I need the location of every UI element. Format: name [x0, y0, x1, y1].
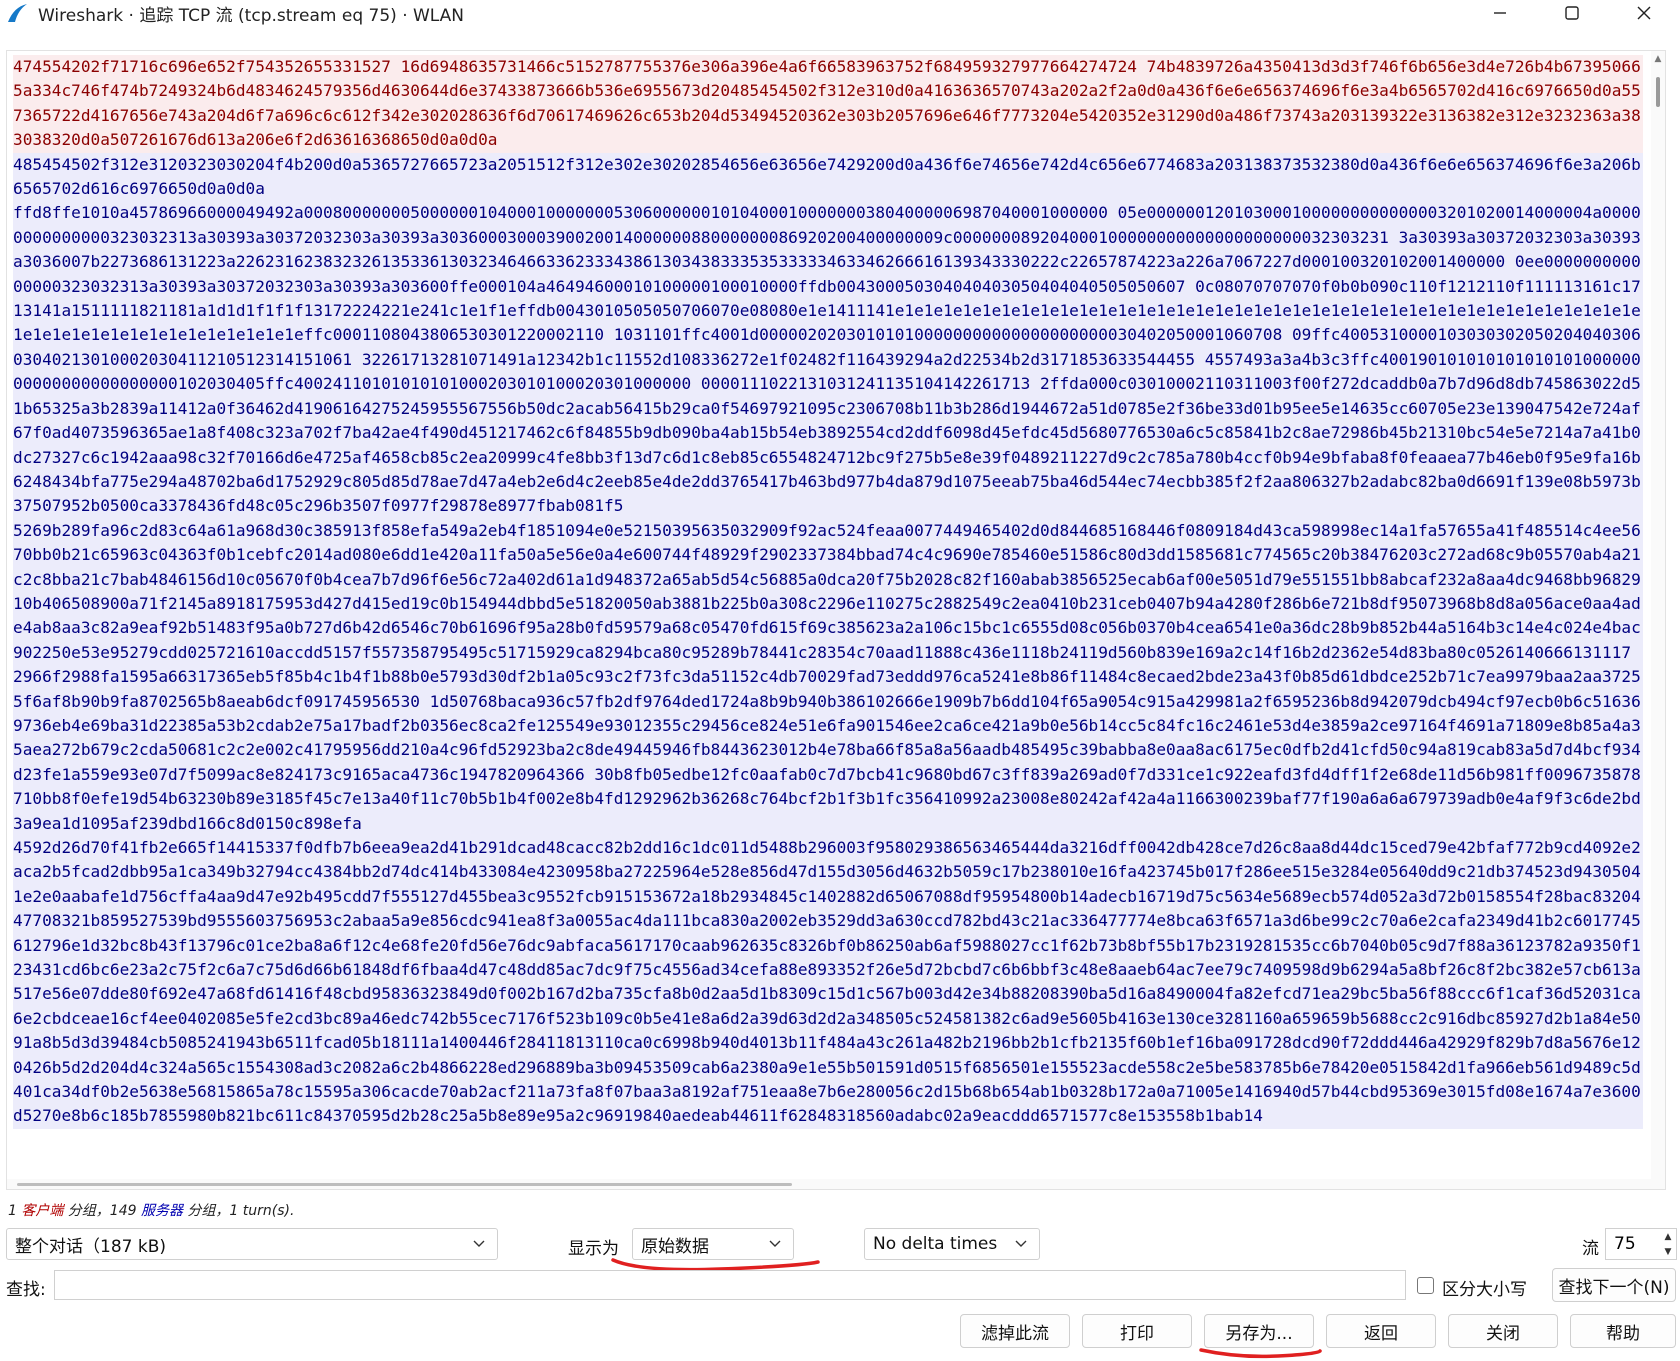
window-controls [1464, 0, 1680, 26]
stream-number-value: 75 [1614, 1234, 1636, 1254]
server-data-block: ffd8ffe1010a45786966000049492a0008000000… [13, 201, 1643, 519]
close-icon [1637, 6, 1651, 20]
print-button[interactable]: 打印 [1082, 1314, 1192, 1348]
vertical-scrollbar[interactable]: ▲ [1651, 51, 1665, 1189]
server-data-block: 5269b289fa96c2d83c64a61a968d30c385913f85… [13, 518, 1643, 836]
minimize-button[interactable] [1464, 0, 1536, 26]
conversation-select-value: 整个对话（187 kB) [15, 1236, 166, 1257]
back-button[interactable]: 返回 [1326, 1314, 1436, 1348]
summary-client-word: 客户端 [21, 1203, 64, 1219]
summary-mid: 分组，149 [63, 1203, 141, 1219]
delta-times-select[interactable]: No delta times [864, 1228, 1040, 1260]
spin-down-icon[interactable]: ▼ [1665, 1247, 1672, 1257]
summary-prefix: 1 [8, 1203, 22, 1219]
find-next-button[interactable]: 查找下一个(N) [1552, 1268, 1676, 1302]
maximize-icon [1565, 6, 1579, 20]
horizontal-scrollbar[interactable] [7, 1179, 1665, 1189]
stream-number-spinbox[interactable]: 75 ▲ ▼ [1605, 1228, 1677, 1260]
maximize-button[interactable] [1536, 0, 1608, 26]
chevron-down-icon [769, 1240, 781, 1247]
find-label: 查找: [6, 1280, 46, 1300]
stream-number-label: 流 [1582, 1239, 1599, 1259]
annotation-underline [1199, 1348, 1322, 1359]
close-dialog-button[interactable]: 关闭 [1448, 1314, 1558, 1348]
close-button[interactable] [1608, 0, 1680, 26]
save-as-button[interactable]: 另存为... [1204, 1314, 1314, 1348]
find-input[interactable] [54, 1270, 1406, 1300]
stream-text[interactable]: 474554202f71716c696e652f754352655331527 … [13, 55, 1643, 1129]
horizontal-scroll-thumb[interactable] [17, 1183, 792, 1186]
window-title: Wireshark · 追踪 TCP 流 (tcp.stream eq 75) … [38, 5, 465, 26]
packet-summary: 1 客户端 分组，149 服务器 分组，1 turn(s). [8, 1200, 294, 1220]
delta-times-value: No delta times [873, 1234, 998, 1254]
chevron-down-icon [473, 1240, 485, 1247]
server-data-block: 485454502f312e3120323030204f4b200d0a5365… [13, 152, 1643, 202]
summary-suffix: 分组，1 turn(s). [182, 1203, 295, 1219]
minimize-icon [1494, 12, 1506, 14]
case-sensitive-label: 区分大小写 [1442, 1280, 1527, 1300]
client-data-block: 474554202f71716c696e652f754352655331527 … [13, 55, 1643, 153]
filter-out-button[interactable]: 滤掉此流 [960, 1314, 1070, 1348]
show-as-value: 原始数据 [641, 1236, 709, 1257]
scroll-thumb[interactable] [1656, 77, 1660, 107]
follow-tcp-stream-window: Wireshark · 追踪 TCP 流 (tcp.stream eq 75) … [0, 0, 1680, 1361]
server-data-block: 4592d26d70f41fb2e665f14415337f0dfb7b6eea… [13, 836, 1643, 1129]
scroll-up-icon[interactable]: ▲ [1651, 51, 1665, 67]
summary-server-word: 服务器 [140, 1203, 183, 1219]
spin-up-icon[interactable]: ▲ [1665, 1232, 1672, 1242]
conversation-select[interactable]: 整个对话（187 kB) [6, 1228, 498, 1260]
stream-content-pane[interactable]: 474554202f71716c696e652f754352655331527 … [6, 50, 1666, 1190]
title-bar: Wireshark · 追踪 TCP 流 (tcp.stream eq 75) … [0, 0, 1680, 26]
wireshark-fin-icon [8, 4, 27, 22]
chevron-down-icon [1015, 1240, 1027, 1247]
case-sensitive-checkbox[interactable] [1417, 1277, 1434, 1294]
spin-arrows[interactable]: ▲ ▼ [1660, 1229, 1676, 1259]
help-button[interactable]: 帮助 [1570, 1314, 1676, 1348]
